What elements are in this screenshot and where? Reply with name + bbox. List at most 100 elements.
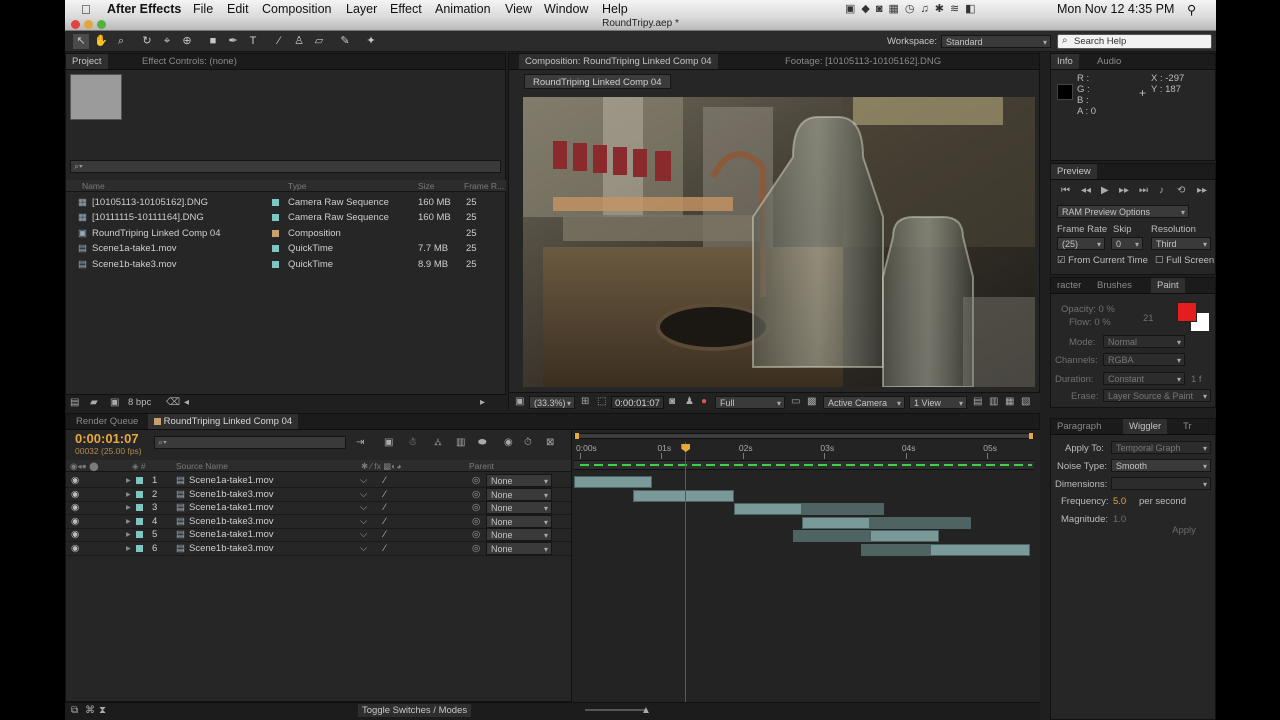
status-icons[interactable]: ▣◆◙▦◷♫✱≋◧: [845, 2, 982, 15]
loop-icon[interactable]: ⟲: [1177, 185, 1185, 197]
time-navigator[interactable]: [574, 433, 1034, 439]
menu-edit[interactable]: Edit: [227, 2, 249, 16]
layer-duration-bar[interactable]: [929, 544, 1030, 556]
preview-resolution-dropdown[interactable]: Third: [1151, 237, 1211, 251]
from-current-time-checkbox[interactable]: ☑ From Current Time: [1057, 255, 1148, 266]
puppet-pin-tool-icon[interactable]: ✦: [363, 34, 379, 49]
magnification-dropdown[interactable]: (33.3%): [529, 396, 575, 410]
tab-timeline-comp[interactable]: RoundTriping Linked Comp 04: [148, 414, 299, 429]
opacity-value[interactable]: Opacity: 0 %: [1061, 304, 1115, 315]
item-label-color[interactable]: [272, 257, 279, 272]
apply-button[interactable]: Apply: [1157, 523, 1211, 538]
frequency-value[interactable]: 5.0: [1113, 496, 1126, 507]
layer-label-color[interactable]: [136, 542, 143, 555]
play-icon[interactable]: ▶: [1101, 185, 1109, 197]
col-name[interactable]: Name: [82, 181, 105, 191]
pickwhip-icon[interactable]: ◎: [472, 474, 480, 487]
tab-info[interactable]: Info: [1051, 54, 1079, 69]
show-snapshot-icon[interactable]: ♟: [685, 396, 694, 408]
tab-brushes[interactable]: Brushes: [1091, 278, 1138, 293]
mask-visibility-icon[interactable]: ⬚: [597, 396, 606, 408]
foreground-color-swatch[interactable]: [1177, 302, 1197, 322]
quality-switch-icon[interactable]: ⁄: [384, 474, 386, 487]
channels-dropdown[interactable]: RGBA: [1103, 353, 1185, 367]
parent-dropdown[interactable]: None: [486, 514, 552, 529]
expand-arrow-icon[interactable]: ▸: [126, 501, 131, 514]
duration-frames[interactable]: 1 f: [1191, 374, 1202, 385]
auto-keyframe-icon[interactable]: ◉: [504, 437, 513, 449]
modes-pane-icon[interactable]: ⌘: [85, 705, 95, 717]
expand-arrow-icon[interactable]: ▸: [126, 488, 131, 501]
hand-tool-icon[interactable]: ✋: [93, 34, 109, 49]
switches-icon[interactable]: ✱ ⁄ fx ▩◐◕: [361, 461, 402, 472]
tab-tracker[interactable]: Tr: [1177, 419, 1198, 434]
menu-help[interactable]: Help: [602, 2, 628, 16]
project-search-input[interactable]: ⌕▾: [70, 160, 501, 173]
mode-dropdown[interactable]: Normal: [1103, 335, 1185, 349]
audio-icon[interactable]: ♪: [1159, 185, 1164, 197]
toggle-switches-modes-button[interactable]: Toggle Switches / Modes: [358, 704, 472, 717]
transparency-grid-icon[interactable]: ▩: [807, 396, 816, 408]
layer-name[interactable]: Scene1a-take1.mov: [189, 501, 274, 514]
rectangle-tool-icon[interactable]: ■: [205, 34, 221, 49]
full-screen-checkbox[interactable]: ☐ Full Screen: [1155, 255, 1214, 266]
layer-name[interactable]: Scene1a-take1.mov: [189, 474, 274, 487]
shy-switch-icon[interactable]: ⌵: [360, 501, 367, 514]
layer-row[interactable]: ◉ ▸ 6 ▤ Scene1b-take3.mov ⌵ ⁄ ◎ None: [66, 542, 571, 556]
eraser-tool-icon[interactable]: ▱: [311, 34, 327, 49]
quality-switch-icon[interactable]: ⁄: [384, 501, 386, 514]
av-features-icon[interactable]: ◉◂● ⬤: [70, 461, 99, 472]
tab-render-queue[interactable]: Render Queue: [70, 414, 144, 429]
ram-preview-options-dropdown[interactable]: RAM Preview Options: [1057, 205, 1189, 219]
parent-dropdown[interactable]: None: [486, 474, 552, 488]
pickwhip-icon[interactable]: ◎: [472, 501, 480, 514]
erase-dropdown[interactable]: Layer Source & Paint: [1103, 389, 1211, 403]
tab-effect-controls[interactable]: Effect Controls: (none): [136, 54, 243, 69]
layer-name[interactable]: Scene1b-take3.mov: [189, 542, 274, 555]
col-frame-rate[interactable]: Frame R...: [464, 181, 504, 191]
parent-dropdown[interactable]: None: [486, 501, 552, 515]
pickwhip-icon[interactable]: ◎: [472, 528, 480, 541]
fast-previews-icon[interactable]: ▥: [989, 396, 998, 408]
navigator-start-handle[interactable]: [575, 433, 579, 439]
project-item[interactable]: ▤ Scene1a-take1.mov QuickTime 7.7 MB 25: [66, 241, 506, 256]
last-frame-icon[interactable]: ⏭: [1139, 185, 1148, 197]
apple-icon[interactable]: : [81, 2, 91, 17]
camera-view-dropdown[interactable]: Active Camera: [823, 396, 905, 410]
navigator-end-handle[interactable]: [1029, 433, 1033, 439]
zoom-tool-icon[interactable]: ⌕: [113, 34, 129, 49]
col-type[interactable]: Type: [288, 181, 306, 191]
zoom-in-icon[interactable]: ▲: [641, 705, 651, 717]
pickwhip-icon[interactable]: ◎: [472, 542, 480, 555]
layer-label-color[interactable]: [136, 474, 143, 487]
hide-shy-layers-icon[interactable]: ☃: [408, 437, 417, 449]
comp-timecode[interactable]: 0:00:01:07: [611, 396, 664, 409]
visibility-eye-icon[interactable]: ◉: [71, 542, 79, 555]
quality-switch-icon[interactable]: ⁄: [384, 515, 386, 528]
pen-tool-icon[interactable]: ✒: [225, 34, 241, 49]
brainstorm-icon[interactable]: ⬬: [478, 437, 487, 449]
graph-editor-icon[interactable]: ⊠: [546, 437, 554, 449]
interpret-footage-icon[interactable]: ▤: [70, 397, 79, 409]
menu-window[interactable]: Window: [544, 2, 588, 16]
visibility-eye-icon[interactable]: ◉: [71, 528, 79, 541]
quality-switch-icon[interactable]: ⁄: [384, 488, 386, 501]
visibility-eye-icon[interactable]: ◉: [71, 501, 79, 514]
menu-composition[interactable]: Composition: [262, 2, 331, 16]
shy-switch-icon[interactable]: ⌵: [360, 515, 367, 528]
skip-dropdown[interactable]: 0: [1111, 237, 1143, 251]
expand-arrow-icon[interactable]: ▸: [126, 474, 131, 487]
layer-label-color[interactable]: [136, 501, 143, 514]
flowchart-icon[interactable]: ▧: [1021, 396, 1030, 408]
live-update-icon[interactable]: ⏱: [524, 437, 532, 449]
quality-switch-icon[interactable]: ⁄: [384, 542, 386, 555]
current-time-indicator[interactable]: [681, 442, 691, 702]
zoom-slider[interactable]: [585, 709, 645, 711]
scroll-left-icon[interactable]: ◂: [184, 397, 189, 409]
layer-duration-bar[interactable]: [802, 516, 871, 529]
next-frame-icon[interactable]: ▸▸: [1119, 185, 1129, 197]
pan-behind-tool-icon[interactable]: ⊕: [179, 34, 195, 49]
clone-stamp-tool-icon[interactable]: ♙: [291, 34, 307, 49]
search-help-field[interactable]: ⌕ Search Help: [1057, 34, 1212, 49]
project-item[interactable]: ▤ Scene1b-take3.mov QuickTime 8.9 MB 25: [66, 257, 506, 272]
